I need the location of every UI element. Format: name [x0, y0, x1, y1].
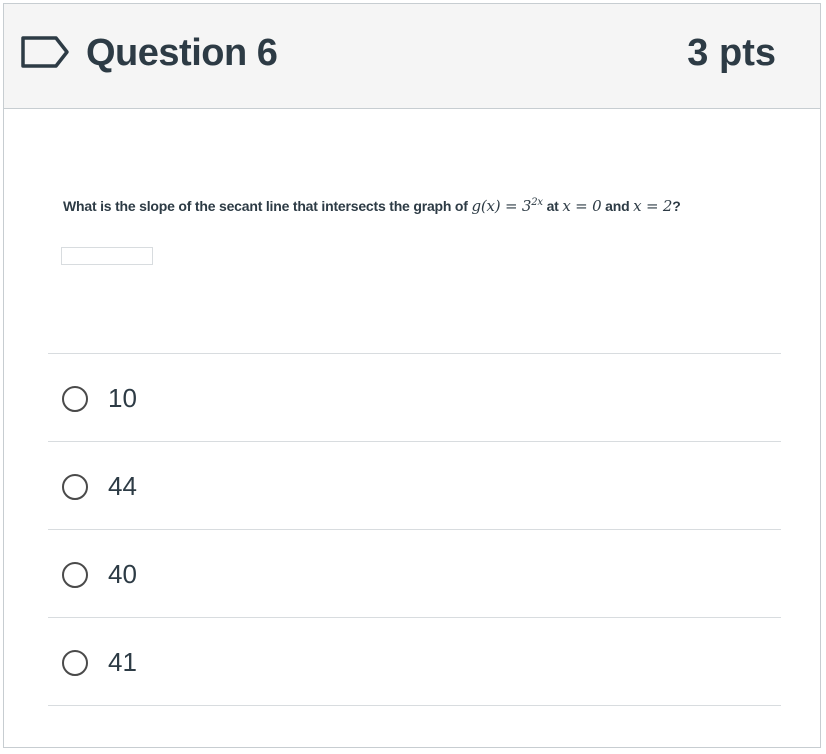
answer-option[interactable]: 44 [48, 442, 781, 530]
question-prefix: What is the slope of the secant line tha… [63, 198, 468, 214]
radio-button[interactable] [62, 386, 88, 412]
question-title: Question 6 [86, 32, 278, 74]
question-header: Question 6 3 pts [4, 4, 820, 109]
x-value-1: x = 0 [562, 197, 602, 215]
answer-label: 40 [108, 559, 137, 589]
question-text: What is the slope of the secant line tha… [63, 197, 681, 215]
answer-list: 10 44 40 41 [48, 353, 781, 706]
at-text: at [546, 198, 559, 214]
answer-label: 10 [108, 383, 137, 413]
answer-label: 44 [108, 471, 137, 501]
answer-option[interactable]: 41 [48, 618, 781, 706]
question-suffix: ? [672, 198, 681, 214]
question-card: Question 6 3 pts What is the slope of th… [3, 3, 821, 748]
radio-button[interactable] [62, 650, 88, 676]
function-expression: g(x) = 32x [471, 197, 543, 215]
answer-label: 41 [108, 647, 137, 677]
radio-button[interactable] [62, 474, 88, 500]
function-exponent: 2x [531, 197, 543, 208]
question-points: 3 pts [687, 32, 776, 74]
and-text: and [605, 198, 630, 214]
x-value-2: x = 2 [633, 197, 673, 215]
answer-option[interactable]: 40 [48, 530, 781, 618]
answer-option[interactable]: 10 [48, 354, 781, 442]
bookmark-flag-icon[interactable] [20, 35, 70, 69]
radio-button[interactable] [62, 562, 88, 588]
answer-blank-box [61, 247, 153, 265]
function-lhs: g(x) = 3 [471, 197, 532, 215]
